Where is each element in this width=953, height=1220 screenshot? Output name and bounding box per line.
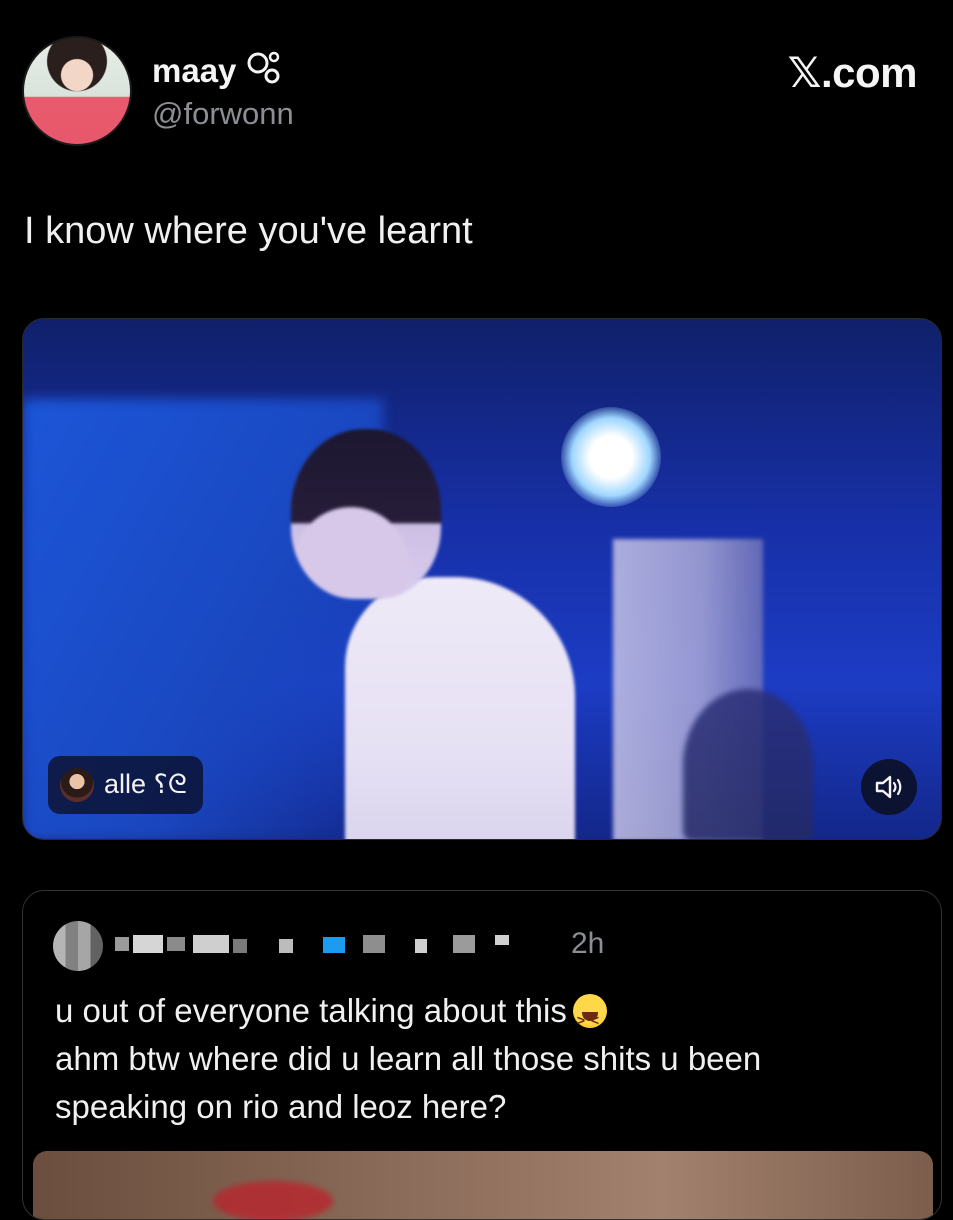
author-display-name[interactable]: maay [152,50,282,92]
quoted-reply-card[interactable]: 2h u out of everyone talking about this … [22,890,942,1220]
brand-logo: 𝕏.com [787,49,918,96]
bystander-figure [683,689,813,839]
tagged-user-label: alle ⸮ᘓ [104,769,187,799]
author-avatar[interactable] [22,36,132,146]
bubbles-icon [246,50,282,92]
reply-line-2: ahm btw where did u learn all those shit… [55,1040,762,1077]
reply-line-3: speaking on rio and leoz here? [55,1088,507,1125]
tagged-user-pill[interactable]: alle ⸮ᘓ [48,756,203,814]
reply-avatar-pixelated [53,921,103,971]
reply-line-1: u out of everyone talking about this [55,987,915,1044]
post-video[interactable]: alle ⸮ᘓ [22,318,942,840]
reply-media-preview[interactable] [33,1151,933,1219]
performer-head [291,429,441,599]
spotlight [561,407,661,507]
author-name-text: maay [152,52,237,89]
reply-timestamp[interactable]: 2h [571,927,604,961]
reply-media-detail [213,1181,333,1219]
tagged-user-avatar [60,768,94,802]
author-handle[interactable]: @forwonn [152,96,294,132]
post-text: I know where you've learnt [24,210,473,252]
performer-body [345,577,575,839]
grinning-squinting-face-icon [572,994,607,1044]
speaker-icon[interactable] [861,759,917,815]
reply-text: u out of everyone talking about this ahm… [55,987,915,1131]
